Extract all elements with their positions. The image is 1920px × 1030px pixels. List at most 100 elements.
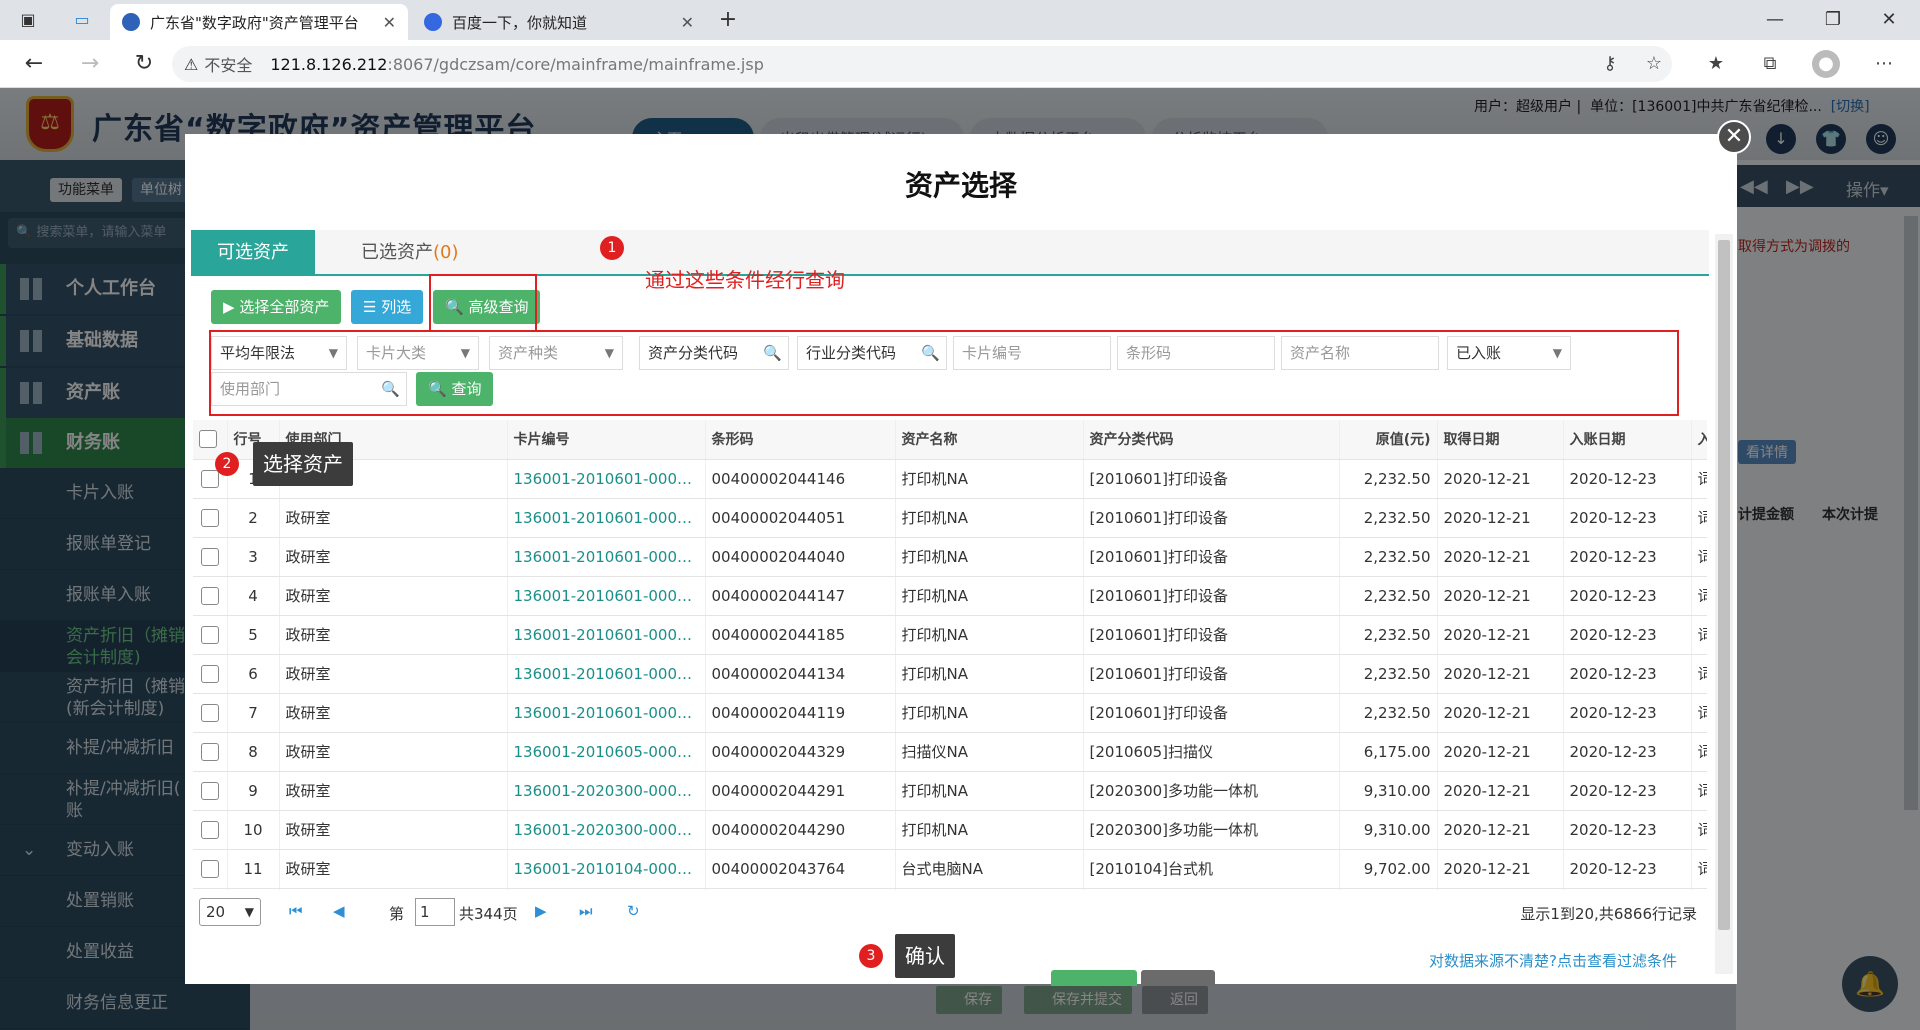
table-row[interactable]: 10 政研室 136001-2020300-0000... 0040000204429… [193, 810, 1707, 850]
page-size-select[interactable]: 20 ▼ [199, 898, 261, 926]
table-row[interactable]: 1政研室136001-2010601-0002...00400002044146… [193, 459, 1707, 499]
column-select-button[interactable]: ☰ 列选 [351, 290, 424, 324]
col-header-entry-date[interactable]: 入账日期 [1563, 420, 1692, 460]
table-row[interactable]: 6 政研室 136001-2010601-0002... 00400002044134… [193, 654, 1707, 694]
col-header-card-number[interactable]: 卡片编号 [507, 420, 706, 460]
refresh-icon[interactable]: ↻ [627, 902, 640, 920]
cell-acquire-date: 2020-12-21 [1437, 537, 1564, 577]
checkbox[interactable] [200, 547, 219, 566]
modal-scrollbar[interactable] [1715, 234, 1733, 974]
cell-card-number[interactable]: 136001-2010601-0001... [507, 498, 706, 538]
modal-scrollbar-thumb[interactable] [1718, 240, 1730, 930]
row-checkbox[interactable] [193, 576, 228, 616]
checkbox[interactable] [200, 508, 219, 527]
tab-selected-assets[interactable]: 已选资产(0) [335, 230, 485, 276]
row-checkbox[interactable] [193, 849, 228, 889]
cell-card-number[interactable]: 136001-2010601-0002... [507, 459, 706, 499]
row-checkbox[interactable] [193, 615, 228, 655]
table-row[interactable]: 7 政研室 136001-2010601-0001... 00400002044119… [193, 693, 1707, 733]
row-checkbox[interactable] [193, 498, 228, 538]
first-page-icon[interactable]: ⏮ [289, 902, 303, 920]
row-checkbox[interactable] [193, 537, 228, 577]
tab-available-assets[interactable]: 可选资产 [191, 230, 315, 276]
browser-tab-asset-platform[interactable]: 广东省"数字政府"资产管理平台 ✕ [110, 4, 408, 40]
last-page-icon[interactable]: ⏭ [579, 902, 593, 920]
key-icon[interactable]: ⚷ [1596, 50, 1624, 78]
address-bar: ← → ↻ ⚠ 不安全 121.8.126.212 :8067/gdczsam/… [0, 40, 1920, 88]
cell-card-number[interactable]: 136001-2010601-0002... [507, 654, 706, 694]
col-header-barcode[interactable]: 条形码 [705, 420, 896, 460]
cell-card-number[interactable]: 136001-2010104-0001... [507, 849, 706, 889]
checkbox[interactable] [200, 664, 219, 683]
cell-asset-name: 打印机NA [895, 576, 1084, 616]
modal-close-icon[interactable]: ✕ [1717, 120, 1751, 154]
modal-title: 资产选择 [904, 169, 1017, 202]
page-number-input[interactable]: 1 [415, 898, 455, 926]
cell-asset-name: 打印机NA [895, 654, 1084, 694]
reload-icon[interactable]: ↻ [130, 50, 158, 78]
close-tab-icon[interactable]: ✕ [681, 13, 694, 32]
select-all-button[interactable]: ▶ 选择全部资产 [211, 290, 342, 324]
table-row[interactable]: 12政研室136001-2010104-0002...0040000204386… [193, 888, 1707, 890]
col-header-original-value[interactable]: 原值(元) [1339, 420, 1438, 460]
cell-card-number[interactable]: 136001-2010104-0002... [507, 888, 706, 890]
table-row[interactable]: 5 政研室 136001-2010601-0002... 00400002044185… [193, 615, 1707, 655]
table-row[interactable]: 8 政研室 136001-2010605-0000... 00400002044329… [193, 732, 1707, 772]
row-checkbox[interactable] [193, 654, 228, 694]
table-row[interactable]: 4 政研室 136001-2010601-0002... 00400002044147… [193, 576, 1707, 616]
row-checkbox[interactable] [193, 771, 228, 811]
col-header-more[interactable]: 入 [1691, 420, 1707, 460]
filter-condition-link[interactable]: 对数据来源不清楚?点击查看过滤条件 [1429, 950, 1677, 971]
sidebar-toggle-icon[interactable]: ▣ [16, 8, 40, 32]
row-checkbox[interactable] [193, 732, 228, 772]
checkbox[interactable] [200, 703, 219, 722]
table-row[interactable]: 2 政研室 136001-2010601-0001... 00400002044051… [193, 498, 1707, 538]
favorite-star-icon[interactable]: ☆ [1640, 50, 1668, 78]
window-close-icon[interactable]: ✕ [1866, 6, 1912, 34]
minimize-icon[interactable]: — [1752, 6, 1798, 34]
cell-card-number[interactable]: 136001-2010605-0000... [507, 732, 706, 772]
cell-more: 词 [1691, 615, 1707, 655]
row-checkbox[interactable] [193, 693, 228, 733]
checkbox[interactable] [200, 586, 219, 605]
tv-icon[interactable]: ▭ [70, 8, 94, 32]
cell-barcode: 00400002044147 [705, 576, 896, 616]
cell-department: 政研室 [279, 888, 508, 890]
table-row[interactable]: 11 政研室 136001-2010104-0001... 0040000204376… [193, 849, 1707, 889]
checkbox[interactable] [200, 859, 219, 878]
checkbox[interactable] [200, 781, 219, 800]
row-checkbox[interactable] [193, 888, 228, 890]
next-page-icon[interactable]: ▶ [535, 902, 547, 920]
favorites-list-icon[interactable]: ★ [1702, 50, 1730, 78]
col-header-asset-class[interactable]: 资产分类代码 [1083, 420, 1340, 460]
checkbox[interactable] [200, 742, 219, 761]
cell-entry-date: 2020-12-23 [1563, 693, 1692, 733]
cell-card-number[interactable]: 136001-2010601-0001... [507, 537, 706, 577]
new-tab-icon[interactable]: + [716, 8, 740, 32]
profile-avatar-icon[interactable]: ● [1812, 50, 1840, 78]
collections-icon[interactable]: ⧉ [1756, 50, 1784, 78]
cell-card-number[interactable]: 136001-2010601-0002... [507, 576, 706, 616]
cancel-button[interactable] [1141, 970, 1215, 986]
col-header-acquire-date[interactable]: 取得日期 [1437, 420, 1564, 460]
col-header-asset-name[interactable]: 资产名称 [895, 420, 1084, 460]
prev-page-icon[interactable]: ◀ [333, 902, 345, 920]
close-tab-icon[interactable]: ✕ [383, 13, 396, 32]
url-field[interactable]: ⚠ 不安全 121.8.126.212 :8067/gdczsam/core/m… [172, 46, 1672, 82]
maximize-icon[interactable]: ❐ [1810, 6, 1856, 34]
cell-card-number[interactable]: 136001-2020300-0000... [507, 771, 706, 811]
table-row[interactable]: 3 政研室 136001-2010601-0001... 00400002044040… [193, 537, 1707, 577]
checkbox[interactable] [200, 820, 219, 839]
cell-card-number[interactable]: 136001-2010601-0002... [507, 615, 706, 655]
browser-tab-baidu[interactable]: 百度一下，你就知道 ✕ [412, 4, 706, 40]
cell-card-number[interactable]: 136001-2020300-0000... [507, 810, 706, 850]
forward-icon[interactable]: → [76, 50, 104, 78]
confirm-button[interactable] [1051, 970, 1137, 986]
checkbox[interactable] [200, 625, 219, 644]
more-menu-icon[interactable]: ⋯ [1870, 50, 1898, 78]
cell-card-number[interactable]: 136001-2010601-0001... [507, 693, 706, 733]
row-checkbox[interactable] [193, 810, 228, 850]
back-icon[interactable]: ← [20, 50, 48, 78]
checkbox[interactable] [200, 469, 219, 488]
table-row[interactable]: 9 政研室 136001-2020300-0000... 00400002044291… [193, 771, 1707, 811]
